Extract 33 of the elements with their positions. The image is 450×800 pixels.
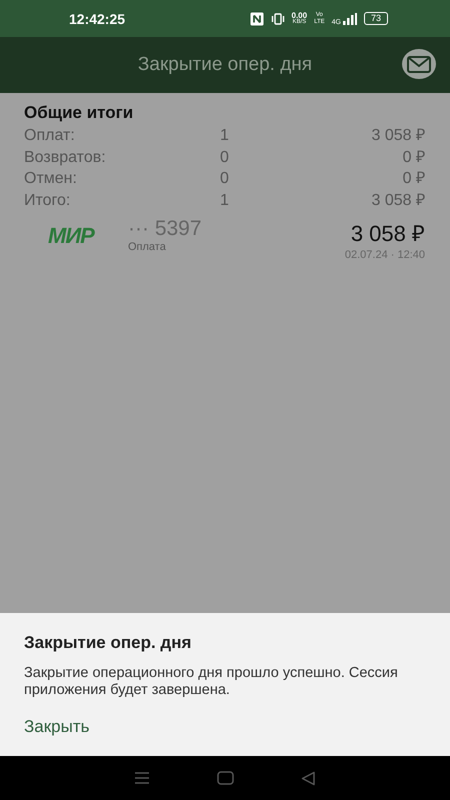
vibrate-icon — [270, 12, 284, 24]
back-icon[interactable] — [301, 770, 316, 786]
speed-value: 0.00 — [292, 12, 308, 18]
total-label: Возвратов: — [24, 148, 107, 168]
menu-icon[interactable] — [134, 771, 150, 785]
screen-title: Закрытие опер. дня — [138, 54, 312, 76]
card-brand-logo: МИР — [48, 223, 96, 249]
total-amount: 0 ₽ — [402, 148, 425, 168]
nfc-icon — [250, 12, 264, 26]
envelope-icon — [407, 56, 431, 72]
total-amount: 0 ₽ — [402, 169, 425, 189]
card-number: ··· 5397 — [128, 217, 202, 241]
total-label: Оплат: — [24, 126, 76, 146]
total-amount: 3 058 ₽ — [372, 190, 425, 210]
mail-button[interactable] — [402, 49, 436, 79]
total-amount: 3 058 ₽ — [372, 126, 425, 146]
section-title: Общие итоги — [24, 103, 134, 123]
transaction-type: Оплата — [128, 241, 167, 253]
total-count: 1 — [220, 190, 230, 210]
signal-icon — [342, 12, 357, 24]
total-count: 0 — [220, 148, 230, 168]
status-time: 12:42:25 — [69, 10, 126, 26]
total-count: 1 — [220, 126, 230, 146]
transaction-amount: 3 058 ₽ — [350, 220, 425, 247]
close-button[interactable]: Закрыть — [24, 717, 90, 737]
transaction-datetime: 02.07.24 · 12:40 — [344, 249, 425, 261]
total-label: Итого: — [24, 190, 72, 210]
total-label: Отмен: — [24, 169, 78, 189]
dialog-title: Закрытие опер. дня — [24, 633, 192, 653]
home-icon[interactable] — [216, 771, 234, 785]
dialog-message: Закрытие операционного дня прошло успешно. Сессия приложения будет завершена. — [24, 665, 399, 699]
battery-indicator: 73 — [364, 12, 388, 25]
total-count: 0 — [220, 169, 230, 189]
